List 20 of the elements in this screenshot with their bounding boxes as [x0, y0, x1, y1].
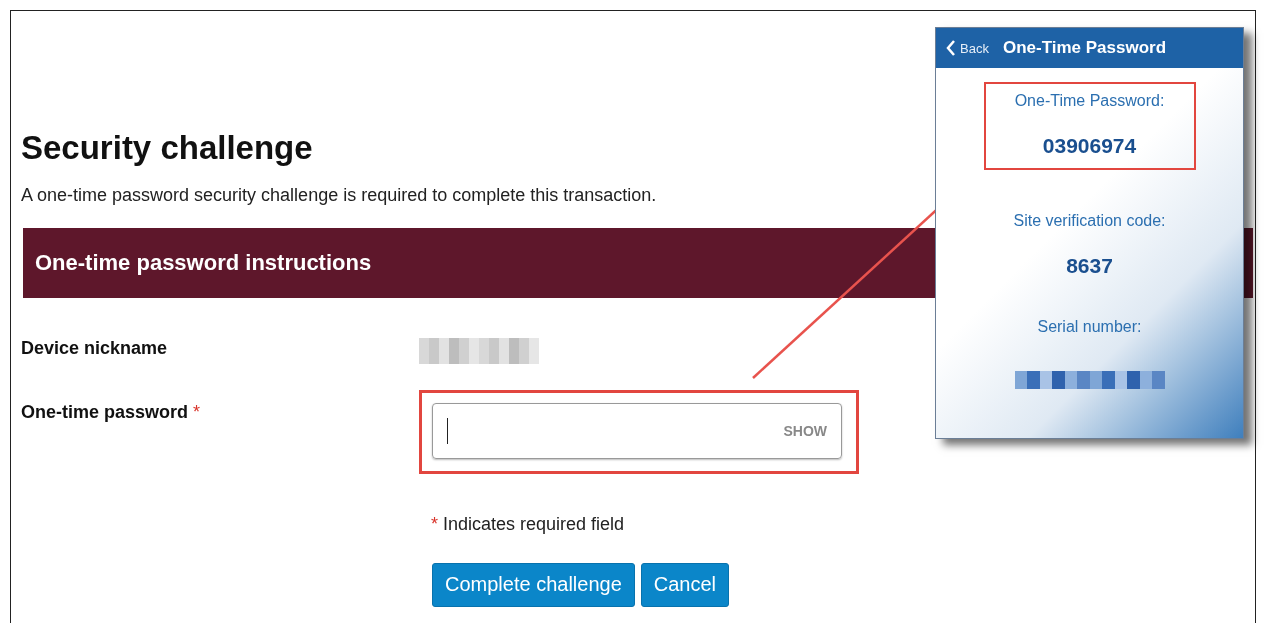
section-heading: One-time password instructions: [35, 250, 372, 276]
required-note: Indicates required field: [443, 514, 625, 535]
submit-button[interactable]: Complete challenge: [432, 563, 635, 607]
phone-title: One-Time Password: [1002, 38, 1167, 58]
field-label: One-time password: [21, 402, 189, 422]
field-label: Device nickname: [21, 338, 168, 358]
code-label: Serial number:: [1037, 318, 1142, 336]
password-field[interactable]: SHOW: [432, 403, 842, 459]
page-title: Security challenge: [21, 128, 313, 168]
code-value: 8637: [1066, 254, 1113, 278]
required-mark: *: [431, 514, 438, 535]
back-button[interactable]: Back: [946, 40, 989, 56]
description-text: A one-time password security challenge is required to complete this transaction.: [21, 185, 658, 206]
show-button[interactable]: SHOW: [783, 423, 827, 439]
code-value: 03906974: [1042, 134, 1137, 158]
chevron-left-icon: [946, 40, 956, 56]
cancel-button[interactable]: Cancel: [640, 563, 730, 607]
code-label: One-Time Password:: [1014, 92, 1165, 110]
required-mark: *: [193, 402, 201, 422]
code-label: Site verification code:: [1013, 212, 1166, 230]
